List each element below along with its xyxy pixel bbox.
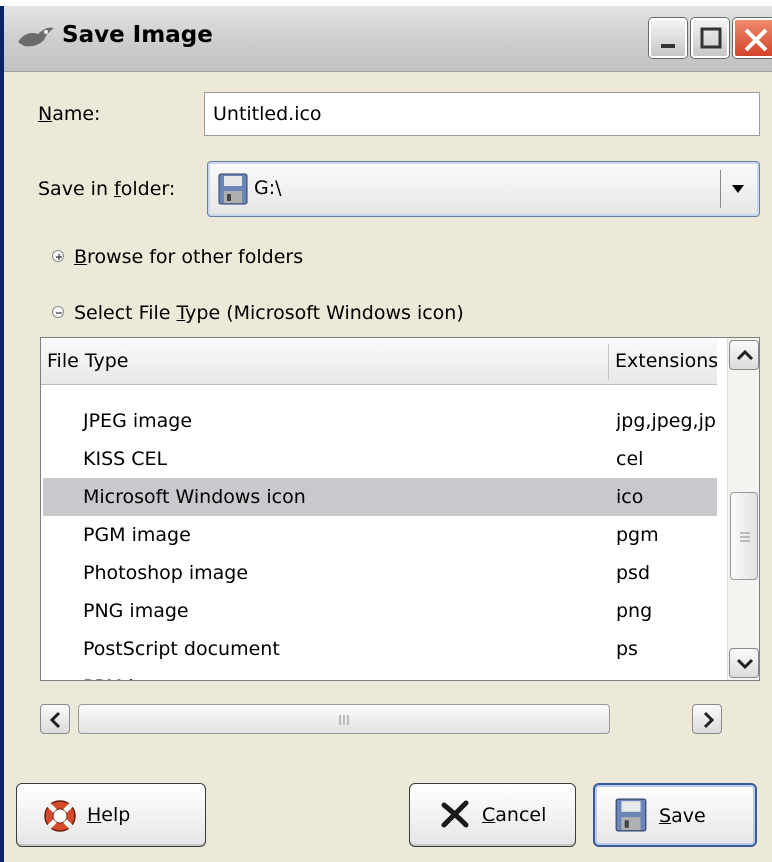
window-title: Save Image [62,22,213,48]
cancel-button[interactable]: Cancel [409,783,576,847]
column-header-extensions[interactable]: Extensions [615,350,717,372]
help-label: Help [87,804,131,826]
column-header-file-type[interactable]: File Type [47,350,128,372]
maximize-icon [700,27,722,49]
lifebuoy-icon [44,800,76,832]
chevron-up-icon [736,349,754,361]
name-field[interactable]: Untitled.ico [204,92,760,136]
cancel-x-icon [441,800,469,828]
cancel-label: Cancel [482,804,547,826]
vertical-scrollbar[interactable] [727,338,759,680]
grip-icon [740,532,750,542]
folder-label: Save in folder: [38,178,176,200]
table-row[interactable]: PPM imageppm [43,668,717,680]
save-folder-combo[interactable]: G:\ [207,161,760,217]
table-row[interactable]: Photoshop image psd [43,554,717,592]
close-icon [744,28,768,52]
floppy-disk-icon [218,173,248,205]
scroll-left-button[interactable] [40,704,70,734]
title-bar[interactable]: Save Image [4,6,772,72]
list-header: File Type Extensions [41,338,717,385]
gimp-icon [18,27,54,47]
chevron-down-icon[interactable] [731,184,745,194]
list-rows: HTML table htm,html JPEG imagejpg,jpeg,j… [43,386,717,680]
minimize-icon [661,44,675,48]
table-row[interactable]: JPEG imagejpg,jpeg,jpe [43,402,717,440]
grip-icon [339,715,349,725]
floppy-disk-icon [615,798,647,832]
scroll-right-button[interactable] [692,704,722,734]
file-type-list[interactable]: File Type Extensions HTML table htm,html… [40,337,760,681]
help-button[interactable]: Help [16,783,206,847]
table-row[interactable]: PGM image pgm [43,516,717,554]
maximize-button[interactable] [691,18,729,58]
chevron-right-icon [703,711,715,729]
name-label: Name: [38,103,101,125]
file-type-expander[interactable]: Select File Type (Microsoft Windows icon… [52,302,464,324]
close-button[interactable] [733,18,772,58]
scroll-down-button[interactable] [729,648,759,678]
folder-value: G:\ [254,177,282,199]
save-label: Save [659,805,706,827]
table-row-partial[interactable]: HTML table htm,html [43,386,717,402]
horizontal-scroll-thumb[interactable] [78,704,610,734]
column-separator[interactable] [608,344,609,380]
table-row[interactable]: PNG image png [43,592,717,630]
vertical-scroll-thumb[interactable] [730,492,758,580]
scroll-up-button[interactable] [729,340,759,370]
minimize-button[interactable] [649,18,687,58]
table-row[interactable]: KISS CEL cel [43,440,717,478]
browse-folders-expander[interactable]: Browse for other folders [52,246,303,268]
save-button[interactable]: Save [593,783,757,847]
chevron-down-icon [736,658,754,670]
save-image-dialog: Save Image Name: Untitled.ico Save in fo… [0,6,772,862]
combo-separator [720,170,721,208]
table-row-selected[interactable]: Microsoft Windows icon ico [43,478,717,516]
horizontal-scrollbar[interactable] [40,703,724,735]
chevron-left-icon [49,711,61,729]
collapse-minus-icon [52,305,64,318]
expand-plus-icon [52,249,64,262]
table-row[interactable]: PostScript document ps [43,630,717,668]
